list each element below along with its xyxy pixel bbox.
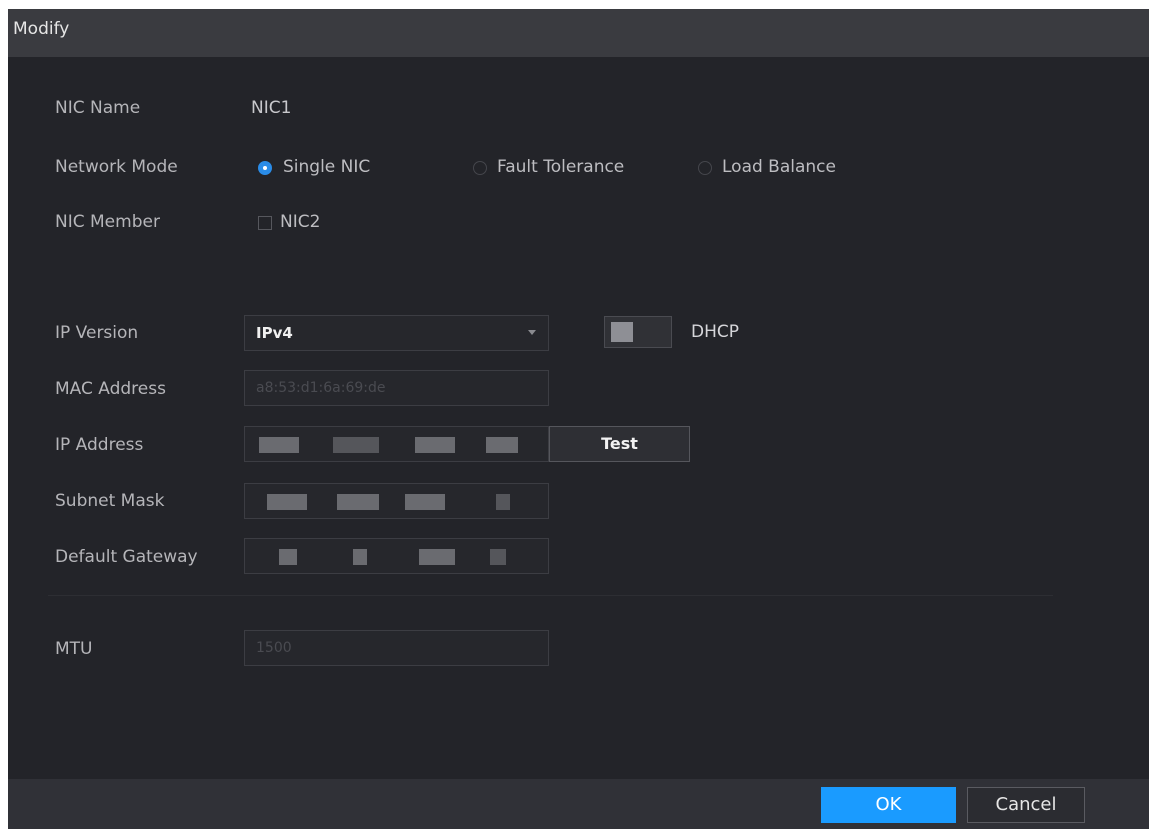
gateway-octet-3 (419, 549, 455, 565)
subnet-mask-label: Subnet Mask (55, 491, 165, 511)
mtu-value: 1500 (256, 640, 292, 656)
dhcp-label: DHCP (691, 322, 739, 342)
ip-version-label: IP Version (55, 323, 139, 343)
dhcp-toggle[interactable] (604, 316, 672, 348)
load-balance-label[interactable]: Load Balance (722, 157, 836, 177)
nic-name-label: NIC Name (55, 98, 141, 118)
gateway-octet-1 (279, 549, 297, 565)
fault-tolerance-label[interactable]: Fault Tolerance (497, 157, 624, 177)
single-nic-radio[interactable] (258, 161, 272, 175)
mac-address-field: a8:53:d1:6a:69:de (244, 370, 549, 406)
chevron-down-icon (528, 330, 536, 335)
subnet-mask-field[interactable] (244, 483, 549, 519)
ok-button[interactable]: OK (821, 787, 956, 823)
mac-address-label: MAC Address (55, 379, 166, 399)
ip-version-value: IPv4 (256, 324, 293, 342)
subnet-octet-4 (496, 494, 510, 510)
ip-octet-3 (415, 437, 455, 453)
cancel-button[interactable]: Cancel (967, 787, 1085, 823)
ip-octet-2 (333, 437, 379, 453)
nic2-checkbox[interactable] (258, 216, 272, 230)
mtu-label: MTU (55, 639, 93, 659)
ip-octet-1 (259, 437, 299, 453)
ip-address-field[interactable] (244, 426, 549, 462)
nic-name-value: NIC1 (251, 98, 292, 118)
gateway-octet-4 (490, 549, 506, 565)
modify-dialog: Modify NIC Name NIC1 Network Mode Single… (8, 9, 1149, 829)
single-nic-label[interactable]: Single NIC (283, 157, 370, 177)
dialog-footer: OK Cancel (8, 779, 1149, 829)
default-gateway-label: Default Gateway (55, 547, 198, 567)
gateway-octet-2 (353, 549, 367, 565)
subnet-octet-2 (337, 494, 379, 510)
dialog-title: Modify (13, 19, 70, 39)
mtu-field: 1500 (244, 630, 549, 666)
title-bar: Modify (8, 9, 1149, 57)
nic2-checkbox-label[interactable]: NIC2 (280, 212, 320, 232)
fault-tolerance-radio[interactable] (473, 161, 487, 175)
default-gateway-field[interactable] (244, 538, 549, 574)
mac-address-value: a8:53:d1:6a:69:de (256, 380, 386, 396)
subnet-octet-3 (405, 494, 445, 510)
ip-address-label: IP Address (55, 435, 144, 455)
subnet-octet-1 (267, 494, 307, 510)
nic-member-label: NIC Member (55, 212, 160, 232)
section-divider (48, 595, 1053, 596)
network-mode-label: Network Mode (55, 157, 178, 177)
ip-octet-4 (486, 437, 518, 453)
ip-version-select[interactable]: IPv4 (244, 315, 549, 351)
test-button[interactable]: Test (549, 426, 690, 462)
toggle-knob (611, 322, 633, 342)
load-balance-radio[interactable] (698, 161, 712, 175)
